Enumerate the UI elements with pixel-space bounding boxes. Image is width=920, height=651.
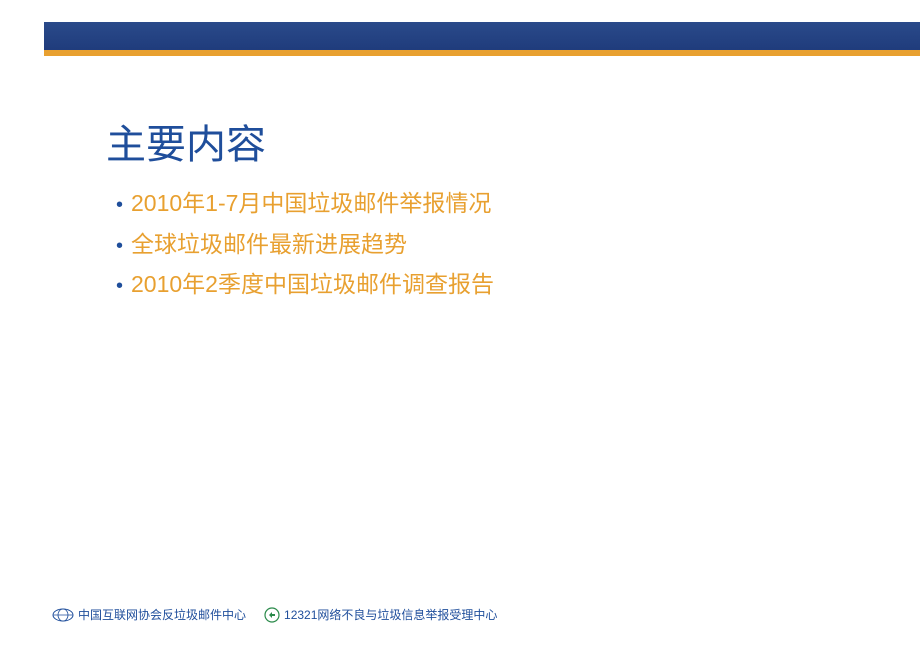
footer-org-1: 中国互联网协会反垃圾邮件中心 [52,606,246,623]
footer-org-2-label: 12321网络不良与垃圾信息举报受理中心 [284,606,497,623]
bullet-text: 2010年2季度中国垃圾邮件调查报告 [131,267,494,302]
arrow-logo-icon [264,607,280,623]
bullet-text: 全球垃圾邮件最新进展趋势 [131,227,407,262]
globe-logo-icon [52,608,74,622]
bullet-item: • 2010年1-7月中国垃圾邮件举报情况 [116,186,494,221]
bullet-item: • 全球垃圾邮件最新进展趋势 [116,227,494,262]
bullet-text: 2010年1-7月中国垃圾邮件举报情况 [131,186,491,221]
footer-org-1-label: 中国互联网协会反垃圾邮件中心 [78,606,246,623]
footer-org-2: 12321网络不良与垃圾信息举报受理中心 [264,606,497,623]
bullet-item: • 2010年2季度中国垃圾邮件调查报告 [116,267,494,302]
bullet-marker-icon: • [116,190,123,220]
slide-title: 主要内容 [106,112,266,170]
footer: 中国互联网协会反垃圾邮件中心 12321网络不良与垃圾信息举报受理中心 [52,606,507,623]
bullet-marker-icon: • [116,231,123,261]
header-accent-bar [44,50,920,56]
bullet-marker-icon: • [116,271,123,301]
bullet-list: • 2010年1-7月中国垃圾邮件举报情况 • 全球垃圾邮件最新进展趋势 • 2… [116,186,494,308]
